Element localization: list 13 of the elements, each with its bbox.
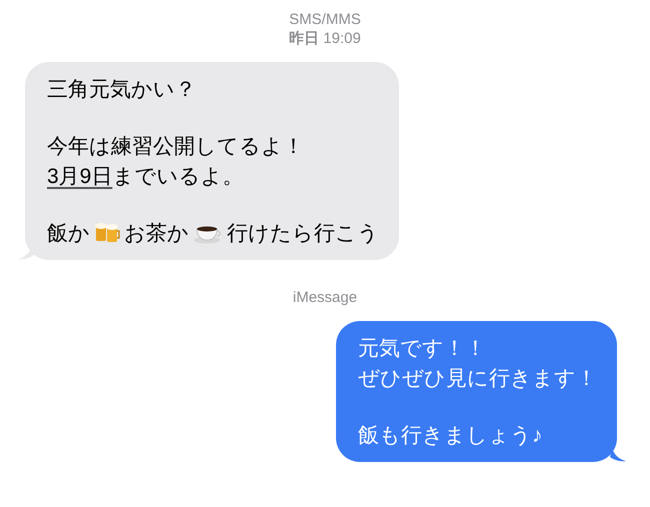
- service-label: iMessage: [292, 288, 358, 307]
- message-text: 今年は練習公開してるよ！: [47, 134, 304, 160]
- service-label: SMS/MMS: [288, 10, 362, 29]
- message-text: 行けたら行こう: [227, 222, 379, 245]
- message-text: 飯も行きましょう♪: [358, 423, 542, 449]
- message-text: 三角元気かい？: [47, 77, 196, 103]
- message-text: 元気です！！: [358, 336, 486, 362]
- timestamp: 昨日 19:09: [288, 29, 362, 48]
- date-link[interactable]: 3月9日: [47, 165, 112, 188]
- message-text: 飯か: [47, 222, 90, 245]
- message-text: ぜひぜひ見に行きます！: [358, 366, 597, 392]
- message-text: お茶か: [124, 222, 189, 245]
- message-text: 3月9日 までいるよ。: [47, 164, 244, 190]
